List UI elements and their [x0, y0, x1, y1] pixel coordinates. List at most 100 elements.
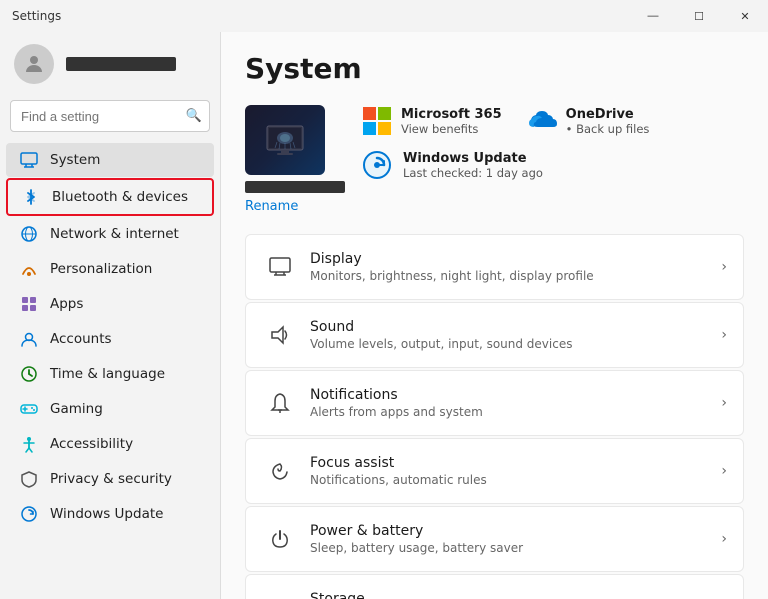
settings-item-focus[interactable]: Focus assist Notifications, automatic ru…	[245, 438, 744, 504]
notifications-chevron: ›	[721, 395, 727, 411]
windows-update-icon	[361, 149, 393, 181]
top-section: Rename	[245, 105, 744, 214]
sidebar-item-privacy[interactable]: Privacy & security	[6, 462, 214, 496]
avatar	[14, 44, 54, 84]
personalization-icon	[20, 260, 38, 278]
device-thumbnail	[245, 105, 325, 175]
profile-section[interactable]	[0, 32, 220, 96]
display-settings-title: Display	[310, 251, 721, 267]
settings-item-power[interactable]: Power & battery Sleep, battery usage, ba…	[245, 506, 744, 572]
notifications-settings-icon	[262, 385, 298, 421]
notifications-settings-text: Notifications Alerts from apps and syste…	[310, 387, 721, 419]
sound-settings-sub: Volume levels, output, input, sound devi…	[310, 337, 721, 351]
titlebar: Settings — ☐ ✕	[0, 0, 768, 32]
sidebar-item-label-accessibility: Accessibility	[50, 436, 133, 452]
focus-chevron: ›	[721, 463, 727, 479]
sidebar-item-label-apps: Apps	[50, 296, 83, 312]
onedrive-text: OneDrive • Back up files	[566, 107, 650, 136]
power-settings-title: Power & battery	[310, 523, 721, 539]
sidebar-item-label-accounts: Accounts	[50, 331, 112, 347]
onedrive-link[interactable]: OneDrive • Back up files	[526, 105, 650, 137]
sidebar-item-label-bluetooth: Bluetooth & devices	[52, 189, 188, 205]
settings-item-notifications[interactable]: Notifications Alerts from apps and syste…	[245, 370, 744, 436]
privacy-icon	[20, 470, 38, 488]
search-icon: 🔍	[186, 109, 202, 124]
notifications-settings-sub: Alerts from apps and system	[310, 405, 721, 419]
search-input[interactable]	[10, 100, 210, 132]
nav-list: System Bluetooth & devices Network & int…	[0, 142, 220, 532]
focus-settings-icon	[262, 453, 298, 489]
focus-settings-title: Focus assist	[310, 455, 721, 471]
quick-links-top-row: Microsoft 365 View benefits	[361, 105, 649, 137]
quick-links-grid: Microsoft 365 View benefits	[361, 105, 649, 181]
microsoft365-text: Microsoft 365 View benefits	[401, 107, 502, 136]
bluetooth-icon	[22, 188, 40, 206]
power-settings-text: Power & battery Sleep, battery usage, ba…	[310, 523, 721, 555]
accessibility-icon	[20, 435, 38, 453]
power-settings-sub: Sleep, battery usage, battery saver	[310, 541, 721, 555]
focus-settings-text: Focus assist Notifications, automatic ru…	[310, 455, 721, 487]
minimize-button[interactable]: —	[630, 0, 676, 32]
settings-list: Display Monitors, brightness, night ligh…	[245, 234, 744, 599]
main-content: System	[221, 32, 768, 599]
device-card: Rename	[245, 105, 345, 214]
rename-link[interactable]: Rename	[245, 199, 298, 214]
storage-settings-title: Storage	[310, 591, 721, 599]
maximize-button[interactable]: ☐	[676, 0, 722, 32]
titlebar-controls: — ☐ ✕	[630, 0, 768, 32]
sidebar-item-accounts[interactable]: Accounts	[6, 322, 214, 356]
sidebar-item-gaming[interactable]: Gaming	[6, 392, 214, 426]
time-icon	[20, 365, 38, 383]
apps-icon	[20, 295, 38, 313]
close-button[interactable]: ✕	[722, 0, 768, 32]
search-box[interactable]: 🔍	[10, 100, 210, 132]
windows-update-row[interactable]: Windows Update Last checked: 1 day ago	[361, 149, 649, 181]
microsoft365-sub: View benefits	[401, 122, 502, 136]
titlebar-title: Settings	[12, 9, 61, 23]
display-chevron: ›	[721, 259, 727, 275]
sidebar-item-apps[interactable]: Apps	[6, 287, 214, 321]
sound-settings-text: Sound Volume levels, output, input, soun…	[310, 319, 721, 351]
sidebar-item-label-privacy: Privacy & security	[50, 471, 172, 487]
sidebar-item-bluetooth[interactable]: Bluetooth & devices	[6, 178, 214, 216]
onedrive-icon	[526, 105, 558, 137]
settings-item-display[interactable]: Display Monitors, brightness, night ligh…	[245, 234, 744, 300]
settings-item-sound[interactable]: Sound Volume levels, output, input, soun…	[245, 302, 744, 368]
sidebar-item-label-gaming: Gaming	[50, 401, 103, 417]
notifications-settings-title: Notifications	[310, 387, 721, 403]
microsoft365-link[interactable]: Microsoft 365 View benefits	[361, 105, 502, 137]
app-body: 🔍 System Bluetooth & devices Network & i…	[0, 32, 768, 599]
sidebar-item-winupdate[interactable]: Windows Update	[6, 497, 214, 531]
sidebar-item-system[interactable]: System	[6, 143, 214, 177]
device-name-bar	[245, 181, 345, 193]
display-settings-sub: Monitors, brightness, night light, displ…	[310, 269, 721, 283]
sidebar-item-accessibility[interactable]: Accessibility	[6, 427, 214, 461]
winupdate-icon	[20, 505, 38, 523]
microsoft365-title: Microsoft 365	[401, 107, 502, 122]
sound-chevron: ›	[721, 327, 727, 343]
storage-settings-text: Storage Storage space, drives, configura…	[310, 591, 721, 599]
windows-update-sub: Last checked: 1 day ago	[403, 166, 543, 180]
power-settings-icon	[262, 521, 298, 557]
sound-settings-title: Sound	[310, 319, 721, 335]
windows-update-text: Windows Update Last checked: 1 day ago	[403, 151, 543, 180]
storage-settings-icon	[262, 589, 298, 599]
sidebar-item-label-system: System	[50, 152, 100, 168]
sidebar-item-label-personalization: Personalization	[50, 261, 152, 277]
sidebar-item-label-winupdate: Windows Update	[50, 506, 163, 522]
focus-settings-sub: Notifications, automatic rules	[310, 473, 721, 487]
sidebar-item-label-network: Network & internet	[50, 226, 179, 242]
display-settings-text: Display Monitors, brightness, night ligh…	[310, 251, 721, 283]
sidebar-item-personalization[interactable]: Personalization	[6, 252, 214, 286]
sidebar-item-label-time: Time & language	[50, 366, 165, 382]
sidebar-item-time[interactable]: Time & language	[6, 357, 214, 391]
microsoft365-icon	[361, 105, 393, 137]
sidebar-item-network[interactable]: Network & internet	[6, 217, 214, 251]
settings-item-storage[interactable]: Storage Storage space, drives, configura…	[245, 574, 744, 599]
windows-update-title: Windows Update	[403, 151, 543, 166]
system-icon	[20, 151, 38, 169]
accounts-icon	[20, 330, 38, 348]
display-settings-icon	[262, 249, 298, 285]
page-title: System	[245, 52, 744, 85]
power-chevron: ›	[721, 531, 727, 547]
